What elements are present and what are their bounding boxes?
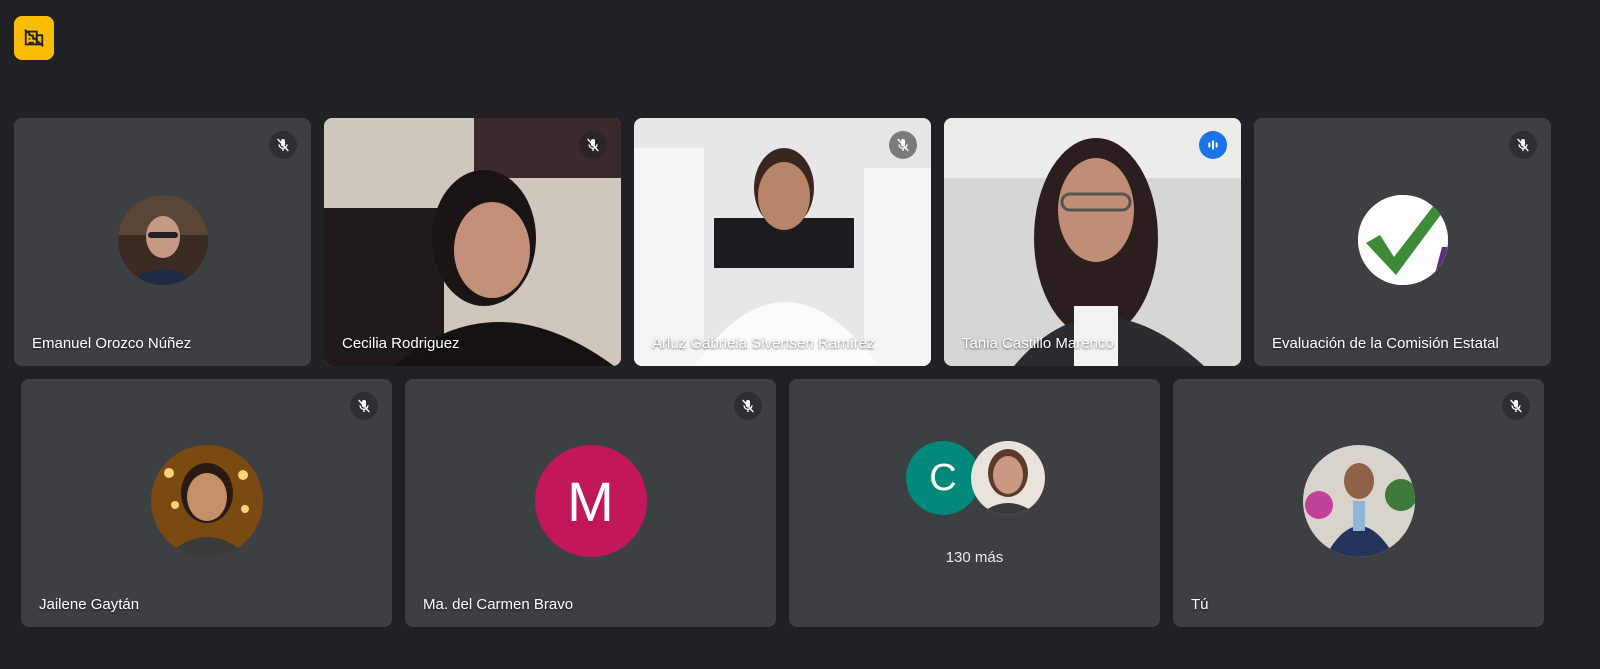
participant-name: Arluz Gabriela Sivertsen Ramírez — [652, 335, 875, 352]
mic-muted-icon — [350, 392, 378, 420]
participant-name: Ma. del Carmen Bravo — [423, 596, 574, 613]
participant-tile-evaluacion[interactable]: Evaluación de la Comisión Estatal — [1254, 118, 1551, 366]
avatar-letter: M — [534, 445, 647, 557]
avatar — [1302, 445, 1415, 557]
participant-tile-self[interactable]: Tú — [1173, 379, 1544, 627]
participant-name: Tú — [1191, 596, 1209, 613]
others-tile[interactable]: C 130 más — [789, 379, 1160, 627]
avatar — [1357, 195, 1448, 285]
checkmark-icon — [1357, 195, 1448, 285]
participant-tile-cecilia[interactable]: Cecilia Rodriguez — [324, 118, 621, 366]
mic-muted-icon — [579, 131, 607, 159]
participant-tile-jailene[interactable]: Jailene Gaytán — [21, 379, 392, 627]
video-feed — [634, 118, 931, 366]
participant-name: Jailene Gaytán — [39, 596, 140, 613]
no-camera-icon — [24, 29, 44, 47]
mic-muted-icon — [889, 131, 917, 159]
speaking-indicator-icon — [1199, 131, 1227, 159]
more-participants-count: 130 más — [945, 549, 1004, 566]
participant-tile-emanuel[interactable]: Emanuel Orozco Núñez — [14, 118, 311, 366]
mic-muted-icon — [269, 131, 297, 159]
participant-name: Emanuel Orozco Núñez — [32, 335, 192, 352]
avatar — [117, 195, 208, 285]
participant-name: Tania Castillo Marenco — [962, 335, 1114, 352]
participant-name: Evaluación de la Comisión Estatal — [1272, 335, 1499, 352]
camera-off-badge[interactable] — [14, 16, 54, 60]
participant-tile-tania[interactable]: Tania Castillo Marenco — [944, 118, 1241, 366]
mic-muted-icon — [1502, 392, 1530, 420]
participant-tile-carmen[interactable]: M Ma. del Carmen Bravo — [405, 379, 776, 627]
video-feed — [324, 118, 621, 366]
avatar — [971, 441, 1045, 515]
participant-name: Cecilia Rodriguez — [342, 335, 460, 352]
video-feed — [944, 118, 1241, 366]
avatar-letter: C — [906, 441, 980, 515]
avatar — [150, 445, 263, 557]
participant-tile-arluz[interactable]: Arluz Gabriela Sivertsen Ramírez — [634, 118, 931, 366]
mic-muted-icon — [734, 392, 762, 420]
mic-muted-icon — [1509, 131, 1537, 159]
